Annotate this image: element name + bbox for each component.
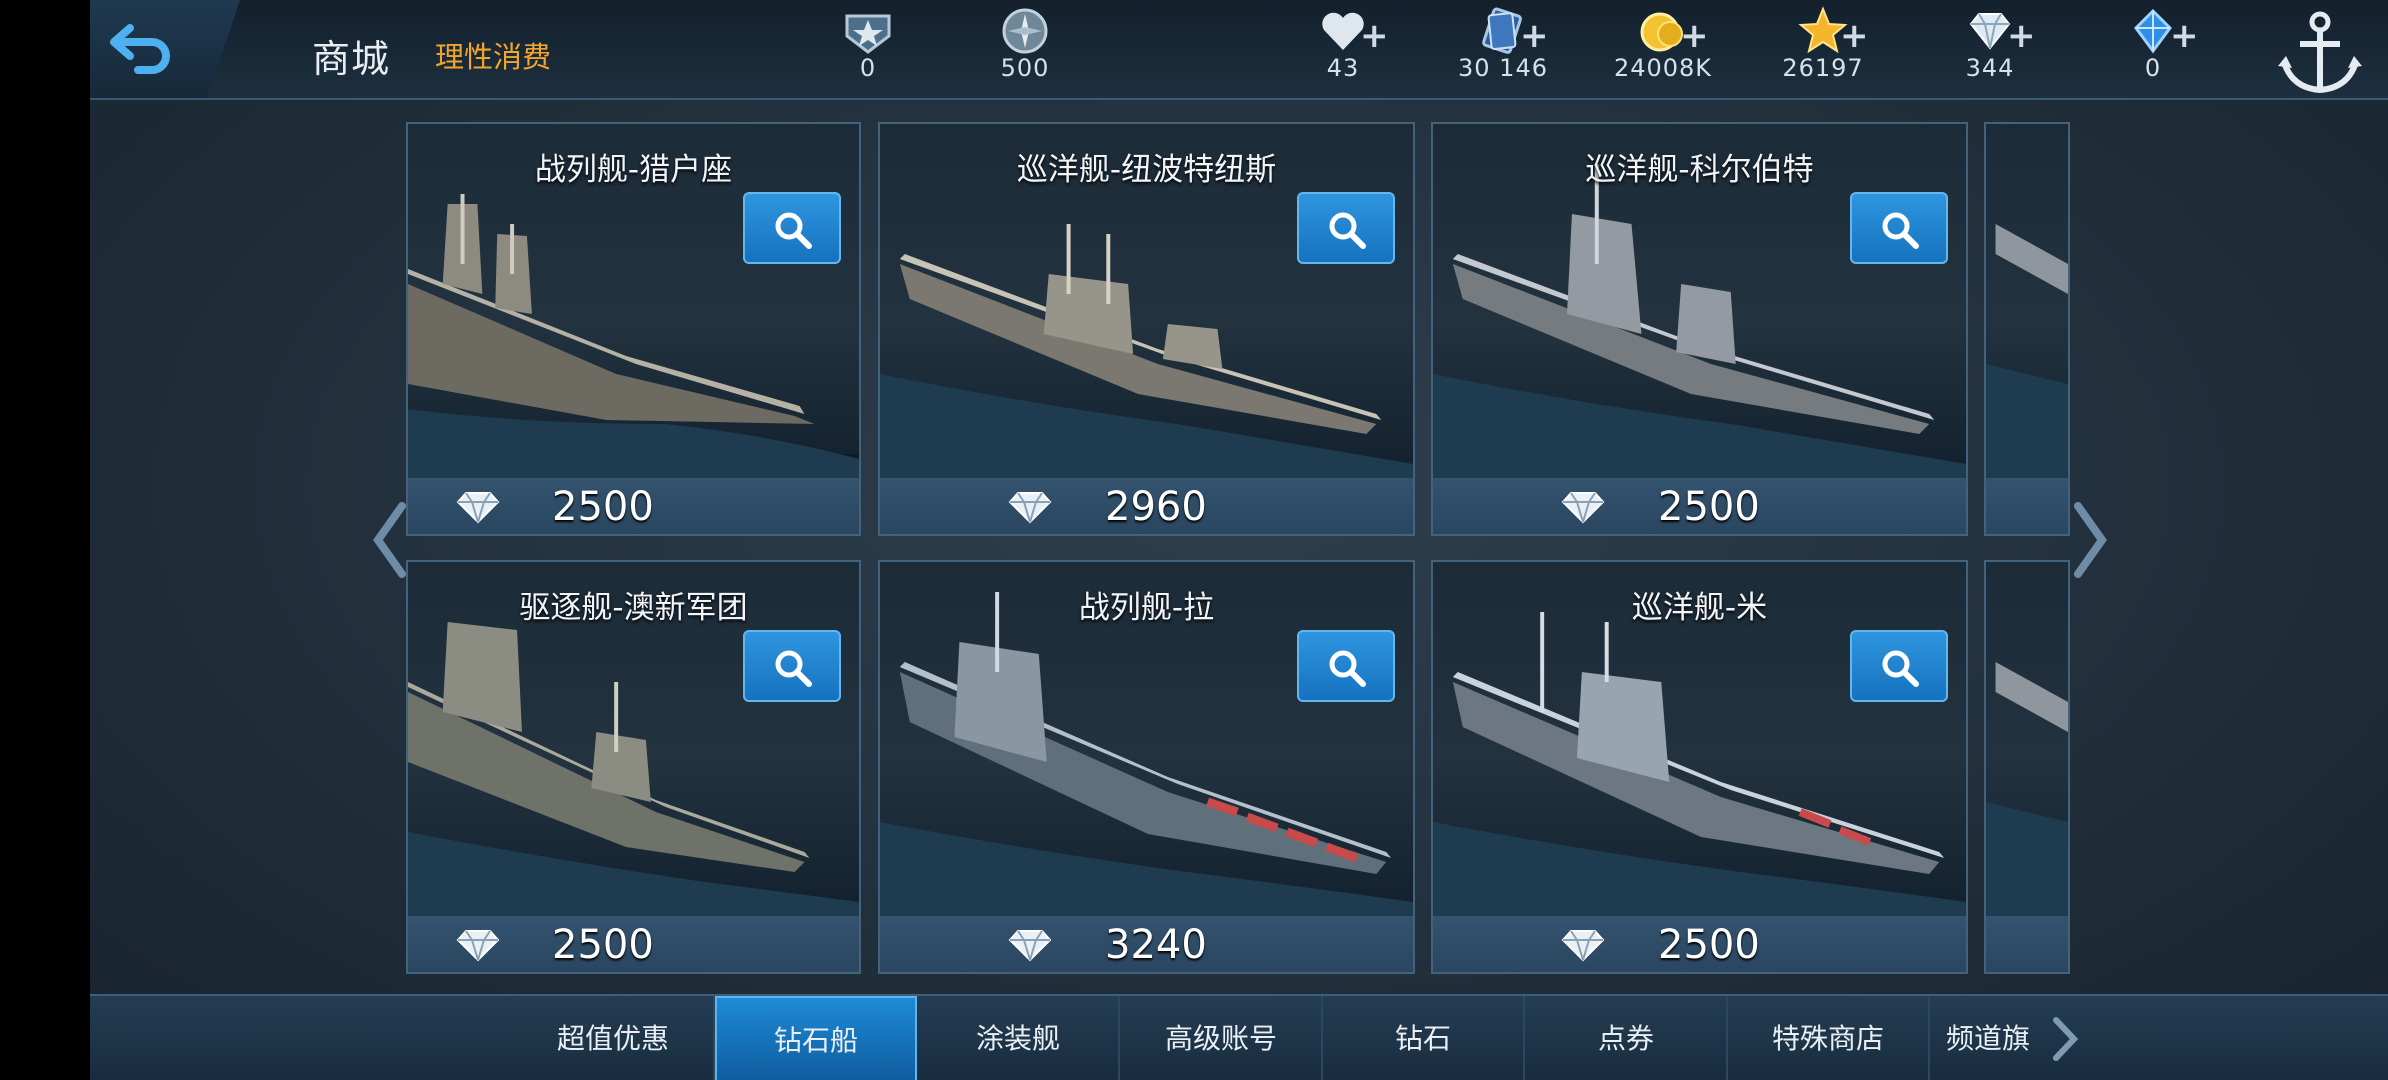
shop-screen: 商城 理性消费 0 500 + 43 + 30 146 + 24008K + 2…	[90, 0, 2388, 1080]
diamond-icon	[456, 930, 500, 962]
next-page-arrow-icon[interactable]	[2070, 500, 2110, 580]
resource-diamond[interactable]: + 344	[1925, 6, 2055, 96]
diamond-icon	[456, 492, 500, 524]
resource-card[interactable]: + 30 146	[1438, 6, 1568, 96]
diamond-icon	[1008, 930, 1052, 962]
tab-deals[interactable]: 超值优惠	[513, 996, 715, 1080]
add-gold-button[interactable]: +	[1680, 16, 1709, 56]
resource-value: 0	[2144, 54, 2162, 82]
resource-value: 30 146	[1458, 54, 1548, 82]
magnifier-icon	[1882, 212, 1919, 249]
ship-name: 驱逐舰-澳新军团	[519, 590, 748, 626]
magnifier-icon	[1882, 650, 1919, 687]
category-tab-bar: 超值优惠 钻石船 涂装舰 高级账号 钻石 点券 特殊商店 频道旗	[90, 994, 2388, 1080]
back-arrow-icon	[110, 24, 170, 74]
ship-price: 2500	[552, 484, 654, 530]
preview-button[interactable]	[1297, 192, 1395, 264]
tab-premium-account[interactable]: 高级账号	[1121, 996, 1323, 1080]
ship-card[interactable]: 巡洋舰-科尔伯特 2500	[1431, 122, 1968, 536]
price-bar	[1986, 478, 2068, 534]
resource-value: 24008K	[1613, 54, 1713, 82]
ship-price: 3240	[1105, 922, 1207, 968]
ship-card[interactable]: 巡洋舰-米 2500	[1431, 560, 1968, 974]
tab-diamond-ships[interactable]: 钻石船	[715, 996, 917, 1080]
page-title: 商城	[312, 37, 391, 81]
diamond-icon	[1008, 492, 1052, 524]
resource-gold[interactable]: + 24008K	[1598, 6, 1728, 96]
tab-channel-flags[interactable]: 频道旗	[1930, 996, 2046, 1080]
add-crystal-button[interactable]: +	[2170, 16, 2199, 56]
magnifier-icon	[775, 650, 812, 687]
price-bar: 2500	[408, 478, 859, 534]
resource-heart[interactable]: + 43	[1278, 6, 1408, 96]
ship-name: 战列舰-猎户座	[534, 152, 733, 188]
price-bar	[1986, 916, 2068, 972]
resource-value: 26197	[1782, 54, 1864, 82]
ship-price: 2960	[1105, 484, 1207, 530]
rank-badge-icon	[845, 14, 891, 54]
resource-value: 43	[1326, 54, 1360, 82]
add-diamond-button[interactable]: +	[2007, 16, 2036, 56]
tab-diamonds[interactable]: 钻石	[1323, 996, 1525, 1080]
price-bar: 2500	[1433, 916, 1966, 972]
preview-button[interactable]	[1850, 630, 1948, 702]
ship-image	[1986, 562, 2068, 920]
ship-card[interactable]: 战列舰-猎户座 2500	[406, 122, 861, 536]
resource-value: 344	[1965, 54, 2015, 82]
anchor-menu-icon[interactable]	[2270, 0, 2370, 100]
magnifier-icon	[1329, 650, 1366, 687]
resource-compass[interactable]: 500	[960, 6, 1090, 96]
tab-scroll-right-icon[interactable]	[2050, 1016, 2080, 1062]
ship-card[interactable]: 战列舰-拉 3240	[878, 560, 1415, 974]
preview-button[interactable]	[1297, 630, 1395, 702]
add-heart-button[interactable]: +	[1360, 16, 1389, 56]
ship-card[interactable]: 巡洋舰-纽波特纽斯 2960	[878, 122, 1415, 536]
back-button[interactable]	[90, 0, 240, 98]
ship-card-partial[interactable]	[1984, 122, 2070, 536]
ship-price: 2500	[1658, 484, 1760, 530]
top-bar: 商城 理性消费 0 500 + 43 + 30 146 + 24008K + 2…	[90, 0, 2388, 100]
ship-name: 巡洋舰-纽波特纽斯	[1016, 152, 1277, 188]
price-bar: 2500	[408, 916, 859, 972]
preview-button[interactable]	[1850, 192, 1948, 264]
ship-name: 巡洋舰-科尔伯特	[1585, 152, 1814, 188]
price-bar: 2500	[1433, 478, 1966, 534]
tab-vouchers[interactable]: 点券	[1526, 996, 1728, 1080]
resource-star[interactable]: + 26197	[1758, 6, 1888, 96]
ship-name: 战列舰-拉	[1078, 590, 1215, 626]
diamond-icon	[1561, 930, 1605, 962]
ship-card[interactable]: 驱逐舰-澳新军团 2500	[406, 560, 861, 974]
compass-token-icon	[1002, 8, 1048, 54]
diamond-icon	[1561, 492, 1605, 524]
resource-value: 0	[859, 54, 877, 82]
price-bar: 2960	[880, 478, 1413, 534]
prev-page-arrow-icon[interactable]	[370, 500, 410, 580]
price-bar: 3240	[880, 916, 1413, 972]
resource-crystal[interactable]: + 0	[2088, 6, 2218, 96]
ship-card-partial[interactable]	[1984, 560, 2070, 974]
add-card-button[interactable]: +	[1520, 16, 1549, 56]
resource-value: 500	[1000, 54, 1050, 82]
ship-price: 2500	[1658, 922, 1760, 968]
slogan-text: 理性消费	[435, 40, 552, 74]
tab-skin-ships[interactable]: 涂装舰	[918, 996, 1120, 1080]
screen-left-edge	[0, 0, 90, 1080]
ship-image	[1986, 124, 2068, 482]
add-star-button[interactable]: +	[1840, 16, 1869, 56]
tab-special-shop[interactable]: 特殊商店	[1728, 996, 1930, 1080]
magnifier-icon	[1329, 212, 1366, 249]
ship-name: 巡洋舰-米	[1631, 590, 1768, 626]
ship-price: 2500	[552, 922, 654, 968]
resource-rank[interactable]: 0	[803, 6, 933, 96]
preview-button[interactable]	[743, 192, 841, 264]
magnifier-icon	[775, 212, 812, 249]
preview-button[interactable]	[743, 630, 841, 702]
